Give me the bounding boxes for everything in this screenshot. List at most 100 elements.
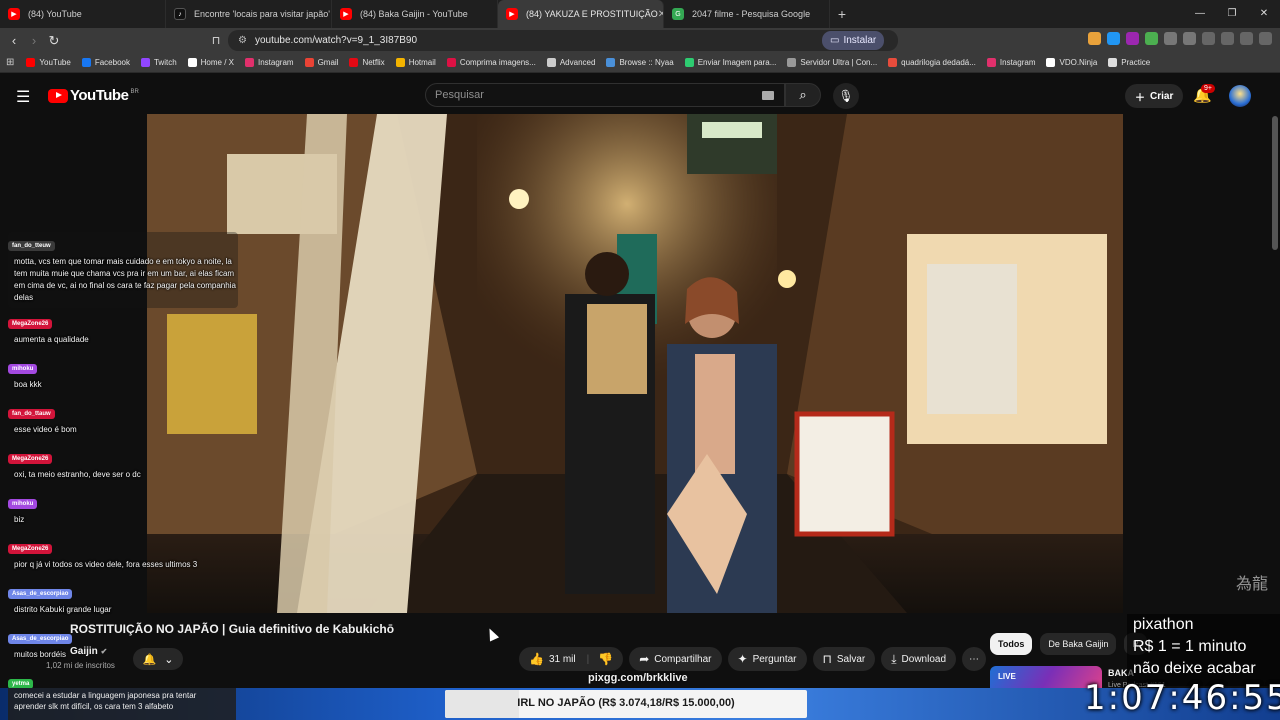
microphone-icon: 🎙	[838, 89, 854, 103]
bookmark-favicon-icon	[244, 58, 254, 67]
chat-message: mihoku boa kkk	[8, 357, 238, 391]
save-label: Salvar	[836, 653, 866, 665]
youtube-play-icon	[48, 88, 68, 103]
more-actions-button[interactable]: ⋯	[962, 647, 987, 671]
bookmark-item[interactable]: Instagram	[986, 58, 1035, 67]
bookmark-item[interactable]: Advanced	[546, 58, 596, 67]
keyboard-icon[interactable]	[762, 91, 774, 100]
share-button[interactable]: ➦ Compartilhar	[629, 647, 722, 671]
bookmark-item[interactable]: Enviar Imagem para...	[684, 58, 777, 67]
bookmark-item[interactable]: Home / X	[187, 58, 234, 67]
minimize-icon[interactable]: —	[1184, 0, 1216, 28]
chip-from-channel[interactable]: De Baka Gaijin	[1040, 633, 1117, 655]
tab-title: (84) YAKUZA E PROSTITUIÇÃO	[526, 9, 658, 19]
reload-icon[interactable]: ↻	[44, 33, 64, 49]
close-window-icon[interactable]: ✕	[1248, 0, 1280, 28]
bookmark-favicon-icon	[684, 58, 694, 67]
chat-text: esse video é bom	[14, 425, 77, 434]
create-button[interactable]: ＋ Criar	[1125, 84, 1184, 108]
goal-text: IRL NO JAPÃO (R$ 3.074,18/R$ 15.000,00)	[517, 697, 735, 709]
browser-tab[interactable]: ♪ Encontre 'locais para visitar japão' n…	[166, 0, 332, 28]
bookmark-favicon-icon	[1108, 58, 1118, 67]
extensions-puzzle-icon[interactable]	[1164, 32, 1177, 45]
bookmark-label: Enviar Imagem para...	[697, 58, 777, 67]
bookmark-label: Netflix	[362, 58, 385, 67]
shield-icon[interactable]	[1240, 32, 1253, 45]
like-button[interactable]: 👍 31 mil | 👎	[519, 647, 624, 671]
youtube-logo[interactable]: YouTube BR	[48, 87, 139, 104]
plus-icon: ＋	[1135, 92, 1145, 104]
youtube-favicon-icon: ▶	[8, 8, 20, 20]
sidebar-icon[interactable]	[1202, 32, 1215, 45]
bookmark-item[interactable]: Servidor Ultra | Con...	[787, 58, 877, 67]
bookmark-icon[interactable]: ⊓	[206, 34, 226, 47]
back-icon[interactable]: ‹	[4, 33, 24, 48]
thumbs-down-icon[interactable]: 👎	[598, 652, 613, 666]
download-label: Download	[901, 653, 947, 665]
install-label: Instalar	[843, 35, 877, 46]
chip-all[interactable]: Todos	[990, 633, 1033, 655]
ask-button[interactable]: ✦ Perguntar	[727, 647, 807, 671]
ask-label: Perguntar	[752, 653, 797, 665]
extension-icon[interactable]	[1088, 32, 1101, 45]
create-label: Criar	[1150, 90, 1174, 102]
bookmark-favicon-icon	[606, 58, 616, 67]
bookmark-item[interactable]: Twitch	[140, 58, 177, 67]
donation-goal-bar: IRL NO JAPÃO (R$ 3.074,18/R$ 15.000,00)	[445, 690, 807, 718]
search-button[interactable]: ⌕	[785, 83, 821, 107]
bookmark-label: Hotmail	[408, 58, 436, 67]
menu-hamburger-icon[interactable]: ☰	[16, 87, 30, 107]
bookmark-item[interactable]: Facebook	[81, 58, 130, 67]
install-app-button[interactable]: ▭ Instalar	[822, 31, 885, 50]
bookmark-item[interactable]: YouTube	[26, 58, 71, 67]
thumbnail-text: LIVE	[998, 672, 1016, 681]
new-tab-button[interactable]: +	[830, 6, 854, 22]
extension-icon[interactable]	[1145, 32, 1158, 45]
bookmark-item[interactable]: Instagram	[244, 58, 294, 67]
site-info-icon[interactable]: ⚙	[238, 35, 247, 46]
maximize-icon[interactable]: ❐	[1216, 0, 1248, 28]
apps-grid-icon[interactable]: ⊞	[6, 57, 14, 68]
bookmark-item[interactable]: Gmail	[304, 58, 338, 67]
browser-tab[interactable]: ▶ (84) YouTube	[0, 0, 166, 28]
bookmark-label: Browse :: Nyaa	[619, 58, 674, 67]
forward-icon[interactable]: ›	[24, 33, 44, 48]
avatar[interactable]	[1229, 85, 1251, 107]
bookmark-item[interactable]: quadrilogia dedadá...	[888, 58, 976, 67]
bookmark-item[interactable]: VDO.Ninja	[1046, 58, 1097, 67]
menu-icon[interactable]	[1259, 32, 1272, 45]
download-icon[interactable]	[1221, 32, 1234, 45]
tab-title: (84) YouTube	[28, 9, 82, 19]
bookmark-favicon-icon	[446, 58, 456, 67]
search-icon: ⌕	[799, 87, 807, 102]
media-icon[interactable]	[1183, 32, 1196, 45]
chat-text: pior q já vi todos os video dele, fora e…	[14, 560, 198, 569]
extension-icon[interactable]	[1126, 32, 1139, 45]
bookmark-item[interactable]: Hotmail	[395, 58, 436, 67]
bookmark-item[interactable]: Comprima imagens...	[446, 58, 536, 67]
chat-message: Asas_de_escorpiao muitos bordéis	[8, 627, 238, 661]
browser-tab-active[interactable]: ▶ (84) YAKUZA E PROSTITUIÇÃO ✕	[498, 0, 664, 28]
like-count: 31 mil	[548, 653, 576, 665]
window-controls: — ❐ ✕	[1184, 0, 1280, 28]
bookmark-label: Instagram	[257, 58, 294, 67]
search-box	[425, 83, 785, 107]
voice-search-button[interactable]: 🎙	[833, 83, 859, 109]
extension-icon[interactable]	[1107, 32, 1120, 45]
download-button[interactable]: ⤓ Download	[881, 647, 957, 671]
chat-text: motta, vcs tem que tomar mais cuidado e …	[14, 257, 236, 302]
bookmark-item[interactable]: Practice	[1108, 58, 1150, 67]
page-scrollbar[interactable]	[1272, 116, 1278, 250]
address-bar[interactable]: ⚙ youtube.com/watch?v=9_1_3I87B90	[228, 30, 898, 51]
chat-message: MegaZone26 oxi, ta meio estranho, deve s…	[8, 447, 238, 481]
bookmark-label: Practice	[1121, 58, 1151, 67]
bookmark-item[interactable]: Netflix	[349, 58, 385, 67]
browser-tab[interactable]: ▶ (84) Baka Gaijin - YouTube	[332, 0, 498, 28]
search-input[interactable]	[435, 89, 755, 101]
browser-tab[interactable]: G 2047 filme - Pesquisa Google	[664, 0, 830, 28]
save-button[interactable]: ⊓ Salvar	[812, 647, 876, 671]
bookmark-item[interactable]: Browse :: Nyaa	[606, 58, 674, 67]
bookmark-favicon-icon	[26, 58, 36, 67]
bookmark-label: Advanced	[559, 58, 596, 67]
video-player[interactable]	[147, 114, 1123, 613]
